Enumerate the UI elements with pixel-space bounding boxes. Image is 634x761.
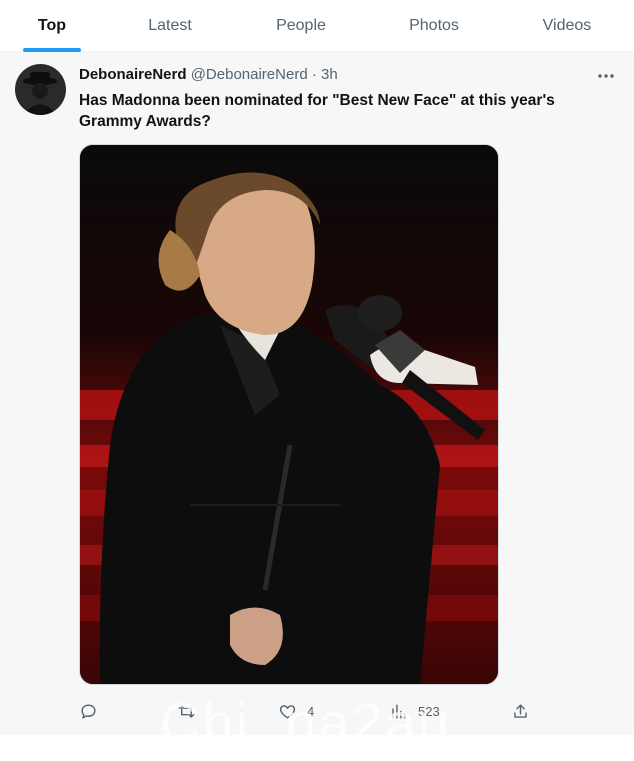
avatar-image (15, 64, 66, 115)
avatar[interactable] (15, 64, 66, 115)
more-icon[interactable] (595, 66, 617, 86)
search-tabs: Top Latest People Photos Videos (0, 0, 634, 52)
user-handle[interactable]: @DebonaireNerd (191, 66, 308, 83)
tab-photos-label: Photos (409, 17, 459, 34)
tweet-time[interactable]: 3h (321, 66, 338, 83)
bottom-strip (0, 735, 634, 761)
tab-latest[interactable]: Latest (122, 0, 218, 52)
tab-latest-label: Latest (148, 17, 192, 34)
tab-photos[interactable]: Photos (386, 0, 482, 52)
tab-videos-label: Videos (542, 17, 592, 34)
reply-button[interactable] (79, 700, 108, 722)
tab-videos[interactable]: Videos (519, 0, 615, 52)
tab-people[interactable]: People (253, 0, 349, 52)
tab-top-label: Top (37, 17, 67, 34)
reply-icon (81, 703, 96, 719)
tab-people-label: People (276, 17, 326, 34)
display-name[interactable]: DebonaireNerd (79, 66, 187, 83)
share-button[interactable] (511, 700, 530, 722)
tweet-header: DebonaireNerd @DebonaireNerd · 3h (79, 66, 338, 86)
tweet[interactable]: DebonaireNerd @DebonaireNerd · 3h Has Ma… (0, 52, 634, 735)
tweet-text: Has Madonna been nominated for "Best New… (79, 92, 555, 130)
share-icon (514, 703, 527, 718)
tab-top[interactable]: Top (4, 0, 100, 52)
separator-dot: · (311, 66, 317, 83)
tweet-photo[interactable] (79, 144, 499, 685)
